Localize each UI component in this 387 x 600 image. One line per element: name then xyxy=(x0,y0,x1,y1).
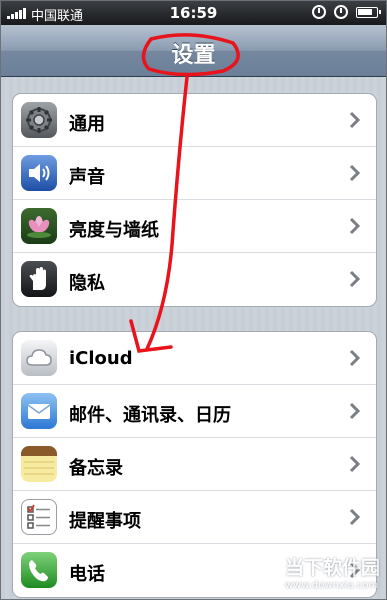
screen: 中国联通 16:59 设置 通用 声音 亮度与墙纸 隐私 iCloud 邮件、通… xyxy=(0,0,387,600)
watermark-logo-icon xyxy=(243,555,278,589)
watermark: 当下软件园 www.downxia.com xyxy=(243,553,380,591)
arrow-line-annotation xyxy=(145,75,189,351)
title-circle-annotation xyxy=(141,33,240,77)
watermark-brand: 当下软件园 xyxy=(284,557,380,579)
annotation-overlay xyxy=(129,33,240,353)
watermark-url: www.downxia.com xyxy=(284,580,379,591)
